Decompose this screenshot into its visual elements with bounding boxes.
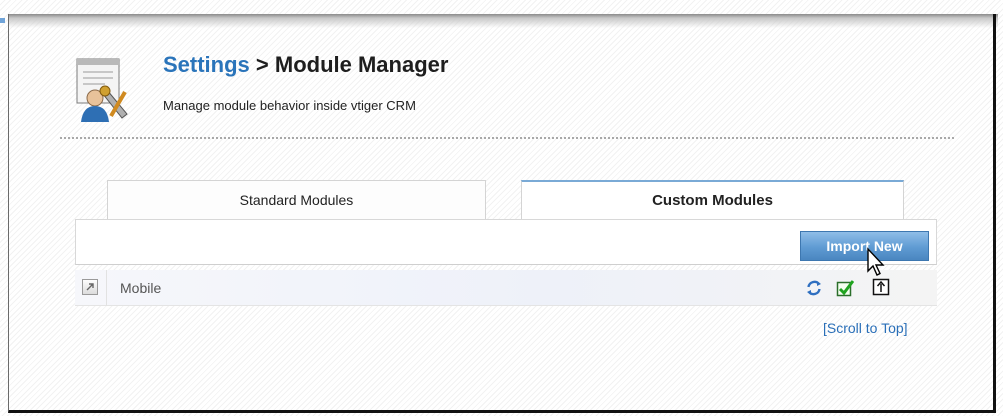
row-divider bbox=[106, 270, 107, 306]
corner-marker bbox=[0, 18, 5, 23]
page-subtitle: Manage module behavior inside vtiger CRM bbox=[163, 98, 416, 113]
custom-modules-toolbar: Import New bbox=[75, 219, 937, 265]
page-title-text: Module Manager bbox=[274, 52, 449, 77]
settings-tools-icon bbox=[76, 58, 128, 122]
breadcrumb-separator: > bbox=[249, 52, 275, 77]
scroll-to-top-link[interactable]: [Scroll to Top] bbox=[823, 320, 908, 336]
divider bbox=[60, 137, 954, 139]
table-row: Mobile bbox=[75, 270, 937, 306]
export-icon[interactable] bbox=[872, 278, 890, 296]
import-new-button[interactable]: Import New bbox=[800, 231, 929, 261]
checkbox-enabled-icon[interactable] bbox=[836, 279, 854, 297]
module-name: Mobile bbox=[120, 280, 162, 296]
tab-custom-modules[interactable]: Custom Modules bbox=[521, 180, 904, 220]
mouse-pointer-icon bbox=[867, 247, 885, 276]
refresh-icon[interactable] bbox=[805, 279, 823, 297]
breadcrumb-settings-link[interactable]: Settings bbox=[163, 52, 250, 77]
tab-standard-modules[interactable]: Standard Modules bbox=[107, 180, 486, 220]
row-link-icon[interactable] bbox=[82, 279, 98, 295]
page-title: Settings > Module Manager bbox=[163, 52, 448, 78]
